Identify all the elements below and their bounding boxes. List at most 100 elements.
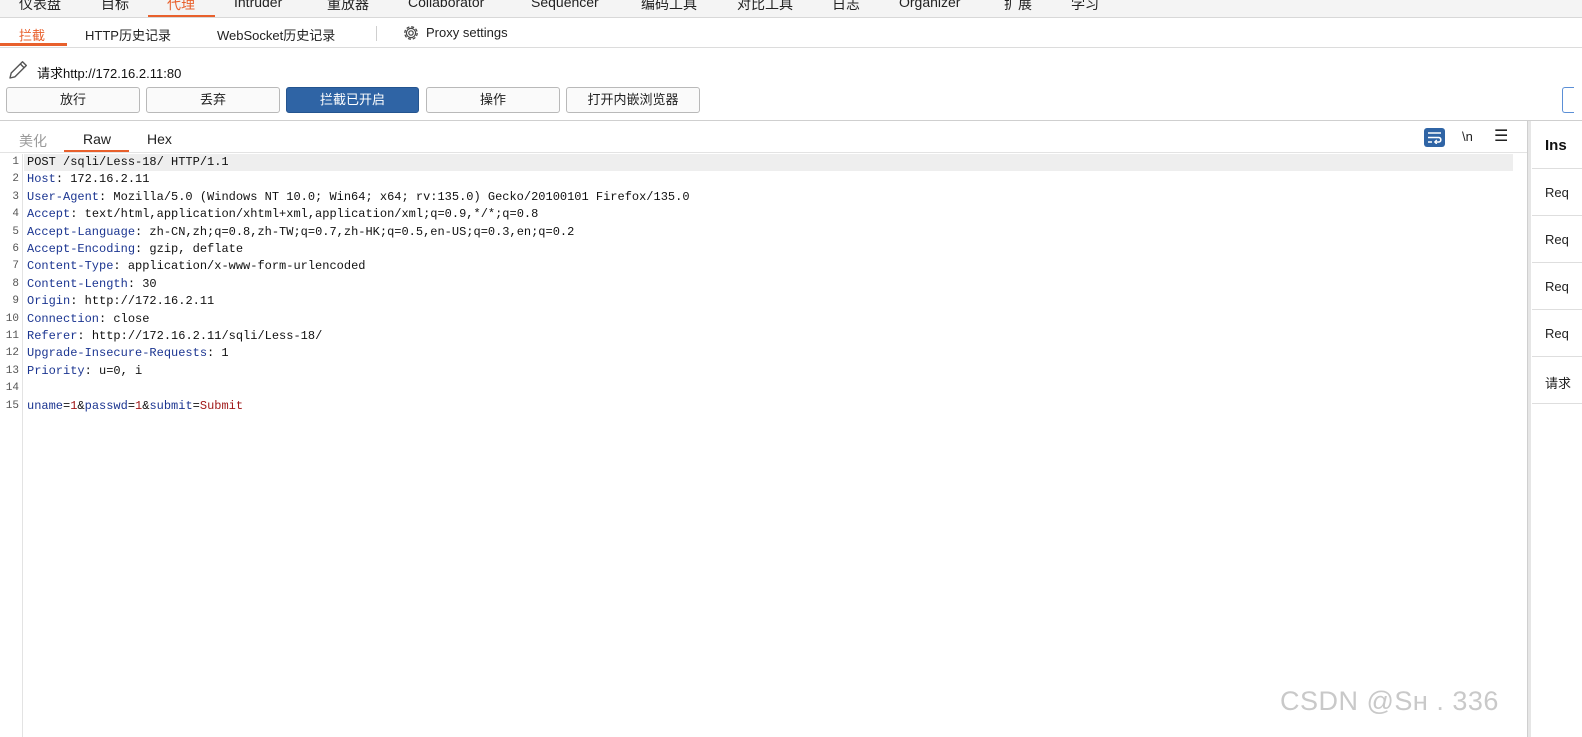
header-name: Accept (27, 207, 71, 222)
layout-toggle-button[interactable] (1562, 87, 1574, 113)
inspector-row[interactable]: Req (1532, 215, 1582, 262)
code-text: Accept: text/html,application/xhtml+xml,… (27, 206, 538, 223)
code-line[interactable]: 4 Accept: text/html,application/xhtml+xml… (0, 206, 1527, 223)
inspector-row[interactable]: 请求 (1532, 356, 1582, 403)
inspector-row-label: 请求 (1545, 376, 1572, 391)
code-text: POST /sqli/Less-18/ HTTP/1.1 (27, 155, 229, 169)
code-line[interactable]: 11 Referer: http://172.16.2.11/sqli/Less-… (0, 328, 1527, 345)
header-name: Accept-Encoding (27, 242, 136, 256)
header-colon: : (77, 329, 85, 343)
header-name: Content-Type (27, 259, 114, 274)
code-line[interactable]: 6 Accept-Encoding: gzip, deflate (0, 241, 1527, 258)
header-name: User-Agent (27, 189, 100, 204)
header-value: text/html,application/xhtml+xml,applicat… (77, 207, 539, 222)
line-number: 10 (5, 312, 19, 325)
subnav-divider (376, 26, 377, 41)
editor-tab-pretty[interactable]: 美化 (19, 131, 47, 151)
tab-comparer[interactable]: 对比工具 (737, 0, 793, 17)
active-subtab-indicator (0, 43, 67, 46)
proxy-sub-nav: 拦截 HTTP历史记录 WebSocket历史记录 Proxy settings (0, 19, 1582, 48)
code-line[interactable]: 14 (0, 380, 1527, 397)
editor-toolbar: 美化 Raw Hex \n ☰ (0, 121, 1527, 153)
code-text: Origin: http://172.16.2.11 (27, 293, 214, 310)
inspector-rule (1532, 403, 1582, 404)
subtab-intercept[interactable]: 拦截 (19, 25, 45, 44)
header-colon: : (55, 172, 64, 187)
header-value: zh-CN,zh;q=0.8,zh-TW;q=0.7,zh-HK;q=0.5,e… (142, 224, 575, 239)
header-name: Connection (27, 311, 100, 326)
line-number: 14 (5, 382, 19, 395)
header-value: http://172.16.2.11 (77, 294, 215, 309)
inspector-splitter[interactable] (1527, 121, 1531, 737)
code-text: uname=1&passwd=1&submit=Submit (27, 398, 243, 415)
tab-collaborator[interactable]: Collaborator (408, 0, 484, 17)
line-number: 1 (12, 156, 19, 168)
param-separator: & (77, 398, 85, 413)
line-number: 2 (12, 173, 19, 186)
watermark: CSDN @Sʜ . 336 (1280, 686, 1499, 716)
tab-target[interactable]: 目标 (101, 0, 129, 17)
code-line[interactable]: 10 Connection: close (0, 311, 1527, 328)
header-value: close (106, 311, 150, 326)
tab-organizer[interactable]: Organizer (899, 0, 960, 17)
tab-dashboard[interactable]: 仪表盘 (19, 0, 61, 17)
code-line[interactable]: 9 Origin: http://172.16.2.11 (0, 293, 1527, 310)
code-line[interactable]: 13 Priority: u=0, i (0, 363, 1527, 380)
line-number: 11 (5, 330, 19, 342)
header-colon: : (84, 363, 92, 378)
header-value: 1 (214, 346, 229, 361)
code-line[interactable]: 3 User-Agent: Mozilla/5.0 (Windows NT 10.… (0, 189, 1527, 206)
open-browser-button[interactable]: 打开内嵌浏览器 (566, 87, 700, 113)
tab-extensions[interactable]: 扩展 (1004, 0, 1032, 17)
code-line[interactable]: 1 POST /sqli/Less-18/ HTTP/1.1 (0, 154, 1527, 172)
line-number: 6 (12, 243, 19, 255)
show-newlines-toggle[interactable]: \n (1462, 129, 1473, 144)
tab-decoder[interactable]: 编码工具 (641, 0, 697, 17)
header-name: Referer (27, 329, 78, 343)
tab-logger[interactable]: 日志 (832, 0, 860, 17)
proxy-settings-link[interactable]: Proxy settings (426, 25, 508, 40)
tab-sequencer[interactable]: Sequencer (531, 0, 599, 17)
tab-intruder[interactable]: Intruder (234, 0, 282, 17)
intercept-toggle-button[interactable]: 拦截已开启 (286, 87, 419, 113)
code-line[interactable]: 7 Content-Type: application/x-www-form-ur… (0, 258, 1527, 275)
code-line[interactable]: 8 Content-Length: 30 (0, 276, 1527, 293)
line-number: 7 (12, 260, 19, 273)
word-wrap-icon (1428, 132, 1442, 144)
param-name: passwd (84, 398, 128, 413)
word-wrap-toggle[interactable] (1424, 128, 1445, 147)
editor-tab-raw[interactable]: Raw (83, 131, 111, 147)
header-value: application/x-www-form-urlencoded (120, 259, 366, 274)
line-number: 3 (12, 190, 19, 203)
message-editor[interactable]: 1 POST /sqli/Less-18/ HTTP/1.1 2 Host: 172.… (0, 154, 1527, 737)
code-line[interactable]: 5 Accept-Language: zh-CN,zh;q=0.8,zh-TW;q… (0, 224, 1527, 241)
inspector-row[interactable]: Req (1532, 262, 1582, 309)
subtab-websocket-history[interactable]: WebSocket历史记录 (217, 25, 335, 44)
code-text: Content-Type: application/x-www-form-url… (27, 258, 365, 275)
subtab-http-history[interactable]: HTTP历史记录 (85, 25, 171, 44)
editor-tab-hex[interactable]: Hex (147, 131, 172, 147)
code-text: Referer: http://172.16.2.11/sqli/Less-18… (27, 328, 322, 345)
current-line-highlight (24, 154, 1513, 172)
header-colon: : (113, 259, 121, 274)
tab-repeater[interactable]: 重放器 (327, 0, 369, 17)
inspector-row-label: Req (1545, 232, 1569, 247)
inspector-row[interactable]: Req (1532, 309, 1582, 356)
code-line[interactable]: 12 Upgrade-Insecure-Requests: 1 (0, 345, 1527, 362)
code-text: Host: 172.16.2.11 (27, 171, 149, 188)
menu-icon[interactable]: ☰ (1494, 126, 1508, 146)
active-tab-indicator (148, 15, 215, 17)
header-value: Mozilla/5.0 (Windows NT 10.0; Win64; x64… (106, 189, 690, 204)
param-value: Submit (199, 398, 244, 413)
code-text: Upgrade-Insecure-Requests: 1 (27, 345, 229, 362)
inspector-row[interactable]: Req (1532, 168, 1582, 215)
action-button[interactable]: 操作 (426, 87, 560, 113)
drop-button[interactable]: 丢弃 (146, 87, 280, 113)
forward-button[interactable]: 放行 (6, 87, 140, 113)
gear-icon[interactable] (401, 23, 421, 43)
line-number: 12 (5, 347, 19, 360)
code-line[interactable]: 15 uname=1&passwd=1&submit=Submit (0, 398, 1527, 415)
tab-learn[interactable]: 学习 (1071, 0, 1099, 17)
code-line[interactable]: 2 Host: 172.16.2.11 (0, 171, 1527, 188)
request-target-label: 请求http://172.16.2.11:80 (37, 66, 182, 81)
